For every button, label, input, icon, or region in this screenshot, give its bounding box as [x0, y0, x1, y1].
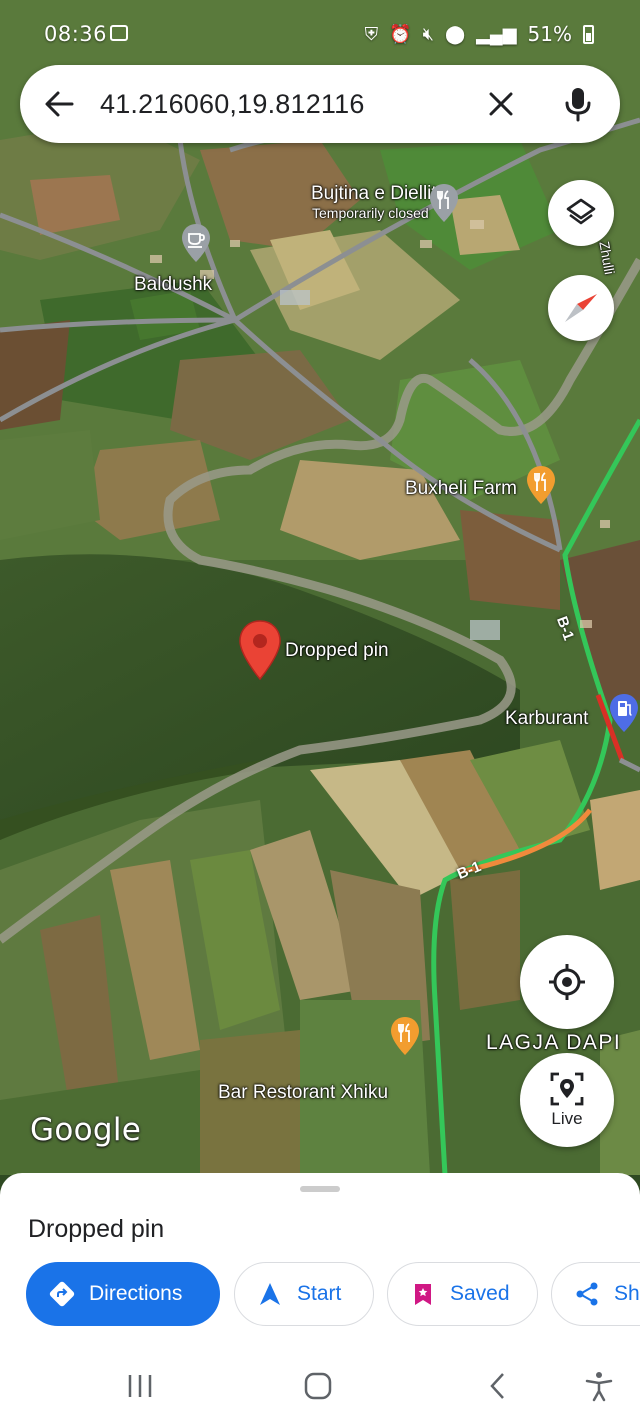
- signal-icon: ▂▄▆: [476, 23, 517, 44]
- back-arrow-icon[interactable]: [42, 87, 76, 121]
- search-bar[interactable]: 41.216060,19.812116: [20, 65, 620, 143]
- share-icon: [576, 1282, 598, 1306]
- bookmark-icon: [415, 1284, 431, 1305]
- battery-percent: 51%: [527, 22, 572, 46]
- cafe-pin-icon[interactable]: [180, 222, 212, 264]
- directions-icon: [49, 1281, 75, 1307]
- alarm-icon: ⏰: [389, 23, 412, 44]
- area-label-lagja-dapi: LAGJA DAPI: [486, 1031, 622, 1054]
- restaurant-pin-icon[interactable]: [389, 1015, 421, 1057]
- share-label: Share: [614, 1282, 640, 1305]
- live-view-button[interactable]: Live: [520, 1053, 614, 1147]
- poi-status-closed: Temporarily closed: [312, 205, 429, 221]
- accessibility-icon[interactable]: [583, 1370, 615, 1402]
- microphone-icon[interactable]: [560, 85, 596, 123]
- battery-icon: [583, 24, 594, 44]
- fuel-station-pin-icon[interactable]: [608, 692, 640, 734]
- mute-icon: 🔇︎: [422, 23, 434, 44]
- status-time: 08:36: [44, 22, 108, 46]
- navigation-arrow-icon: [260, 1283, 280, 1305]
- clear-icon[interactable]: [486, 89, 516, 119]
- drag-handle[interactable]: [300, 1186, 340, 1192]
- place-label-baldushk[interactable]: Baldushk: [134, 274, 212, 296]
- google-watermark: Google: [30, 1112, 142, 1148]
- recent-apps-icon[interactable]: [124, 1370, 156, 1402]
- layers-button[interactable]: [548, 180, 614, 246]
- action-chips: Directions Start Saved Share: [26, 1262, 640, 1328]
- poi-label-buxheli[interactable]: Buxheli Farm: [405, 478, 517, 500]
- restaurant-pin-icon[interactable]: [525, 464, 557, 506]
- poi-label-bar-restorant[interactable]: Bar Restorant Xhiku: [218, 1082, 388, 1104]
- poi-label-karburant[interactable]: Karburant: [505, 708, 588, 730]
- status-bar: 08:36 ⛨ ⏰ 🔇︎ ⬤ ▂▄▆ 51%: [0, 0, 640, 62]
- dropped-pin-label[interactable]: Dropped pin: [285, 640, 389, 662]
- live-view-icon: [550, 1072, 584, 1106]
- restaurant-pin-gray-icon[interactable]: [428, 182, 460, 224]
- my-location-button[interactable]: [520, 935, 614, 1029]
- live-label: Live: [551, 1109, 583, 1128]
- system-back-icon[interactable]: [482, 1370, 514, 1402]
- start-button[interactable]: Start: [234, 1262, 374, 1326]
- compass-button[interactable]: [548, 275, 614, 341]
- crosshair-location-icon: [549, 964, 585, 1000]
- directions-button[interactable]: Directions: [26, 1262, 220, 1326]
- vpn-icon: ⛨: [364, 23, 379, 44]
- saved-button[interactable]: Saved: [387, 1262, 538, 1326]
- saved-label: Saved: [450, 1282, 510, 1305]
- layers-icon: [566, 198, 596, 225]
- start-label: Start: [297, 1282, 342, 1305]
- sheet-title: Dropped pin: [28, 1215, 165, 1243]
- search-query[interactable]: 41.216060,19.812116: [100, 89, 365, 120]
- home-icon[interactable]: [302, 1370, 334, 1402]
- poi-label-bujtina[interactable]: Bujtina e Diellit: [311, 183, 437, 205]
- compass-icon: [565, 294, 597, 322]
- share-button[interactable]: Share: [551, 1262, 640, 1326]
- gallery-notification-icon: [110, 25, 128, 41]
- location-icon: ⬤: [444, 23, 466, 44]
- dropped-pin-icon[interactable]: [238, 619, 282, 681]
- directions-label: Directions: [89, 1282, 183, 1305]
- system-nav-bar: [0, 1352, 640, 1422]
